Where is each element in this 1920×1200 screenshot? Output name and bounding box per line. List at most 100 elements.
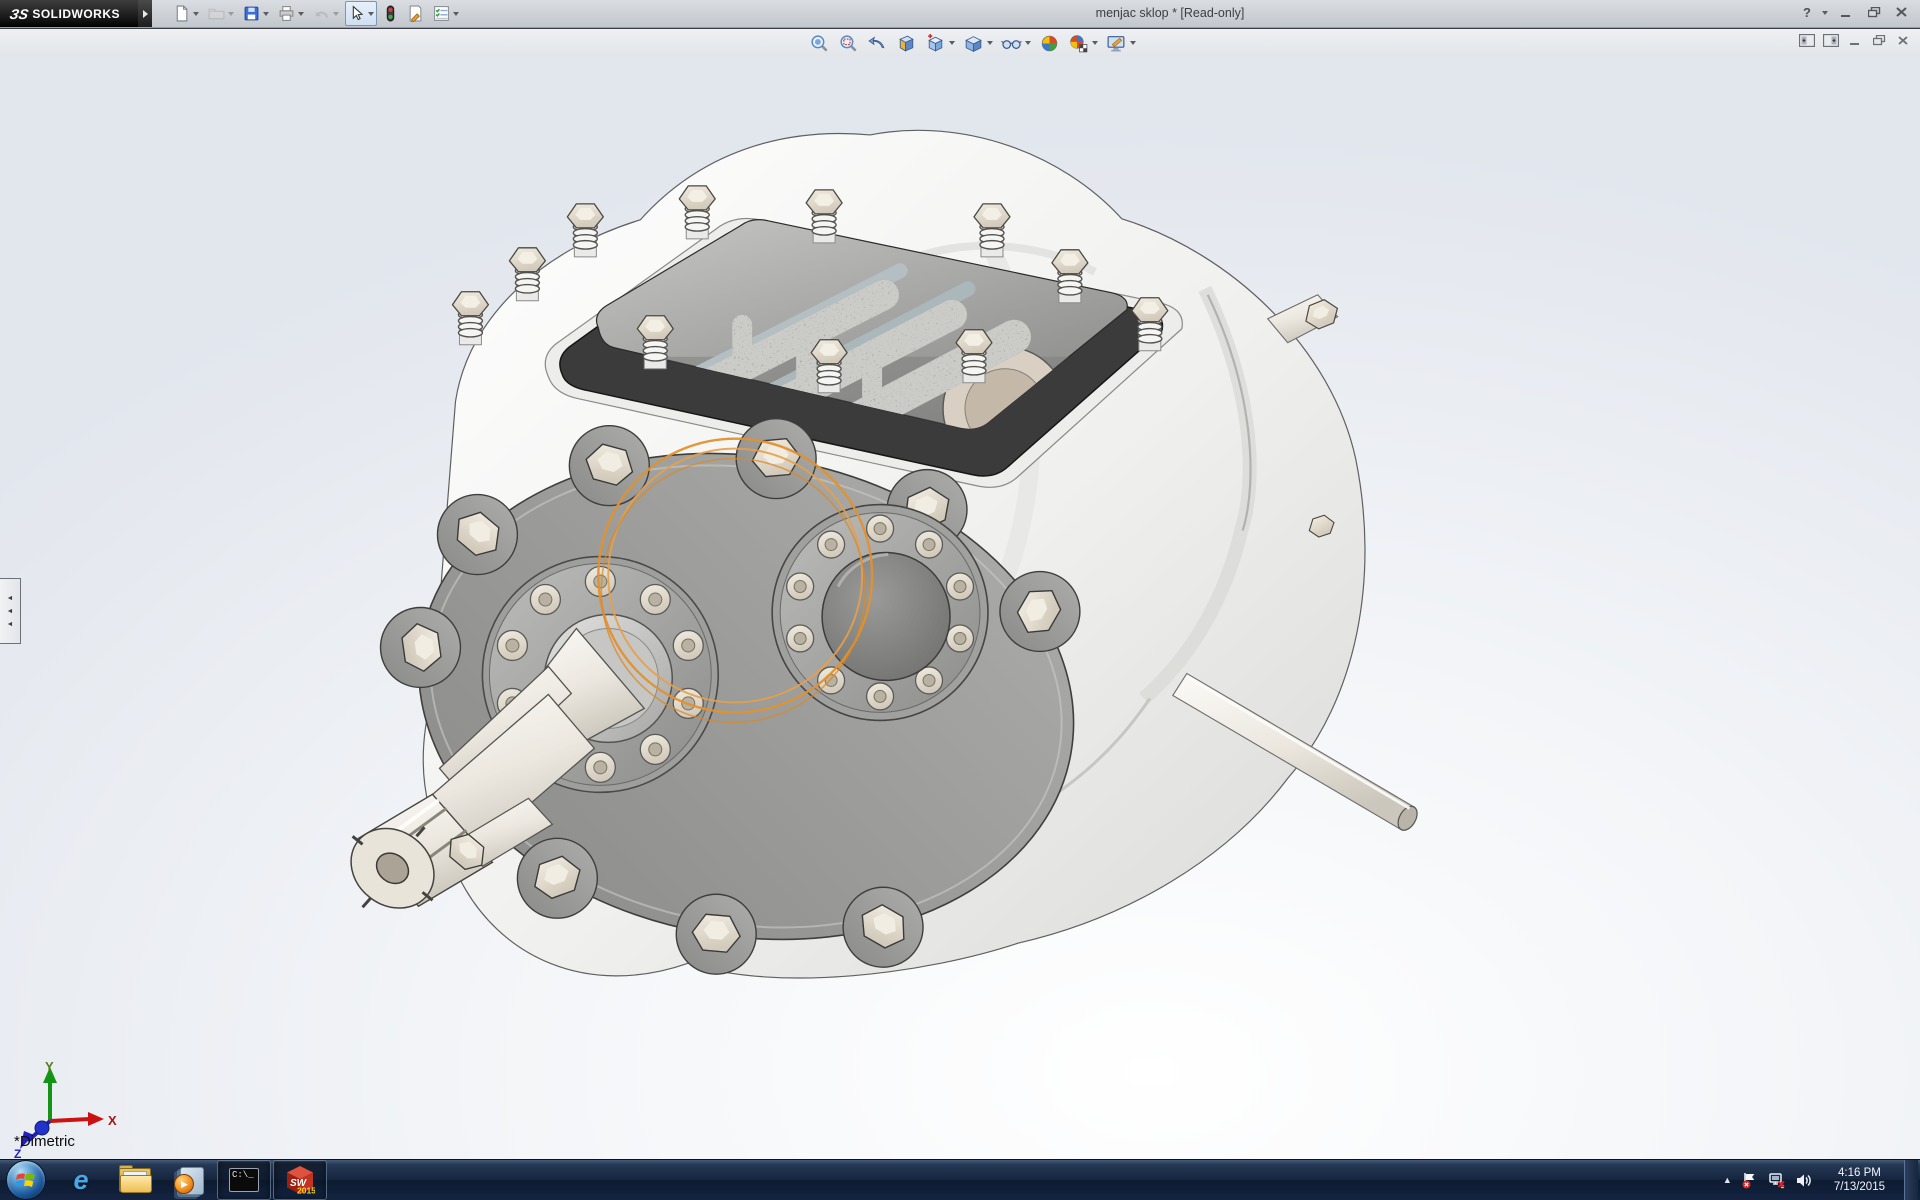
volume-icon[interactable] (1795, 1171, 1813, 1189)
action-center-flag-icon[interactable] (1741, 1171, 1759, 1189)
start-button[interactable] (6, 1160, 46, 1200)
help-button[interactable]: ? (1803, 5, 1811, 20)
section-view-button[interactable] (893, 30, 920, 56)
splitter-arrow-icon: ◄ (7, 608, 14, 615)
print-button[interactable] (275, 1, 307, 26)
rebuild-button[interactable] (380, 1, 401, 26)
new-document-button[interactable] (170, 1, 202, 26)
solidworks-logo-glyph: ЗS (8, 6, 30, 22)
open-folder-icon (208, 5, 225, 22)
solidworks-app-window: { "window": { "logo_glyph": "ЗS", "logo_… (0, 0, 1920, 1200)
view-orientation-icon (925, 33, 946, 54)
close-button[interactable] (1892, 5, 1912, 20)
heads-up-toolbar-row (0, 28, 1920, 58)
tray-expand-button[interactable]: ▲ (1723, 1175, 1732, 1185)
view-orientation-dropdown-arrow[interactable] (949, 41, 955, 45)
output-flange[interactable] (772, 505, 988, 721)
taskbar-media-player-button[interactable]: ▶ (163, 1161, 215, 1199)
select-button[interactable] (345, 1, 377, 26)
document-restore-button[interactable] (1870, 33, 1888, 48)
file-properties-icon (407, 5, 424, 22)
menu-expand-arrow[interactable] (138, 0, 152, 27)
zoom-to-area-icon (838, 33, 859, 54)
apply-scene-button[interactable] (1036, 30, 1063, 56)
display-style-button[interactable] (960, 30, 996, 56)
internet-explorer-icon: e (73, 1165, 88, 1196)
solidworks-2015-icon: SW 2015 (285, 1165, 315, 1195)
print-dropdown-arrow[interactable] (298, 12, 304, 16)
taskbar-internet-explorer-button[interactable]: e (55, 1161, 107, 1199)
view-settings-dropdown-arrow[interactable] (1092, 41, 1098, 45)
new-document-icon (173, 5, 190, 22)
save-floppy-icon (243, 5, 260, 22)
document-close-button[interactable] (1894, 33, 1912, 48)
open-dropdown-arrow[interactable] (228, 12, 234, 16)
graphics-viewport[interactable]: ◄ ◄ ◄ Y X Z *Dimetric (0, 57, 1920, 1160)
select-cursor-icon (348, 5, 365, 22)
taskbar-solidworks-button[interactable]: SW 2015 (273, 1160, 327, 1200)
view-settings-icon (1068, 33, 1089, 54)
show-desktop-button[interactable] (1904, 1160, 1918, 1200)
featuremanager-splitter-tab[interactable]: ◄ ◄ ◄ (0, 578, 21, 644)
network-status-icon[interactable] (1768, 1171, 1786, 1189)
standard-toolbar (170, 1, 462, 26)
rebuild-traffic-light-icon (383, 5, 398, 22)
title-bar: ЗS SOLIDWORKS (0, 0, 1920, 28)
restore-button[interactable] (1864, 5, 1884, 20)
options-dropdown-arrow[interactable] (453, 12, 459, 16)
command-prompt-icon: C:\_ (229, 1168, 259, 1192)
options-button[interactable] (430, 1, 462, 26)
display-style-dropdown-arrow[interactable] (987, 41, 993, 45)
save-button[interactable] (240, 1, 272, 26)
hide-show-items-button[interactable] (998, 30, 1034, 56)
print-icon (278, 5, 295, 22)
window-controls: ? (1803, 5, 1912, 20)
options-icon (433, 5, 450, 22)
zoom-to-fit-button[interactable] (806, 30, 833, 56)
file-properties-button[interactable] (404, 1, 427, 26)
apply-scene-icon (1039, 33, 1060, 54)
triad-y-label: Y (45, 1059, 54, 1074)
previous-view-button[interactable] (864, 30, 891, 56)
undo-button[interactable] (310, 1, 342, 26)
system-tray: ▲ 4:16 PM 7/13/2015 (1723, 1160, 1920, 1200)
featuremanager-pane-left-toggle[interactable] (1798, 33, 1816, 48)
help-dropdown-arrow[interactable] (1822, 11, 1828, 15)
select-dropdown-arrow[interactable] (368, 12, 374, 16)
clock-date: 7/13/2015 (1834, 1180, 1885, 1194)
heads-up-toolbar (806, 30, 1139, 56)
document-minimize-button[interactable] (1846, 33, 1864, 48)
taskbar-windows-explorer-button[interactable] (109, 1161, 161, 1199)
edit-appearance-dropdown-arrow[interactable] (1130, 41, 1136, 45)
zoom-to-fit-icon (809, 33, 830, 54)
taskbar-clock[interactable]: 4:16 PM 7/13/2015 (1834, 1166, 1885, 1194)
undo-dropdown-arrow[interactable] (333, 12, 339, 16)
save-dropdown-arrow[interactable] (263, 12, 269, 16)
undo-icon (313, 5, 330, 22)
edit-appearance-icon (1106, 33, 1127, 54)
gearbox-model-canvas[interactable] (0, 57, 1920, 1160)
previous-view-icon (867, 33, 888, 54)
taskbar-command-prompt-button[interactable]: C:\_ (217, 1160, 271, 1200)
splitter-arrow-icon: ◄ (7, 621, 14, 628)
hide-show-items-dropdown-arrow[interactable] (1025, 41, 1031, 45)
solidworks-logo-text: SOLIDWORKS (32, 7, 120, 21)
view-settings-button[interactable] (1065, 30, 1101, 56)
document-title: menjac sklop * [Read-only] (1020, 0, 1320, 27)
section-view-icon (896, 33, 917, 54)
new-document-dropdown-arrow[interactable] (193, 12, 199, 16)
play-icon: ▶ (181, 1179, 188, 1190)
menu-expand-arrow-glyph (143, 10, 148, 18)
view-orientation-label: *Dimetric (14, 1133, 75, 1150)
open-button[interactable] (205, 1, 237, 26)
zoom-to-area-button[interactable] (835, 30, 862, 56)
view-orientation-button[interactable] (922, 30, 958, 56)
clock-time: 4:16 PM (1834, 1166, 1885, 1180)
folder-icon (119, 1168, 151, 1192)
featuremanager-pane-right-toggle[interactable] (1822, 33, 1840, 48)
sw-year-label: 2015 (297, 1186, 315, 1196)
hide-show-items-icon (1001, 33, 1022, 54)
edit-appearance-button[interactable] (1103, 30, 1139, 56)
solidworks-logo: ЗS SOLIDWORKS (0, 0, 138, 27)
minimize-button[interactable] (1836, 5, 1856, 20)
